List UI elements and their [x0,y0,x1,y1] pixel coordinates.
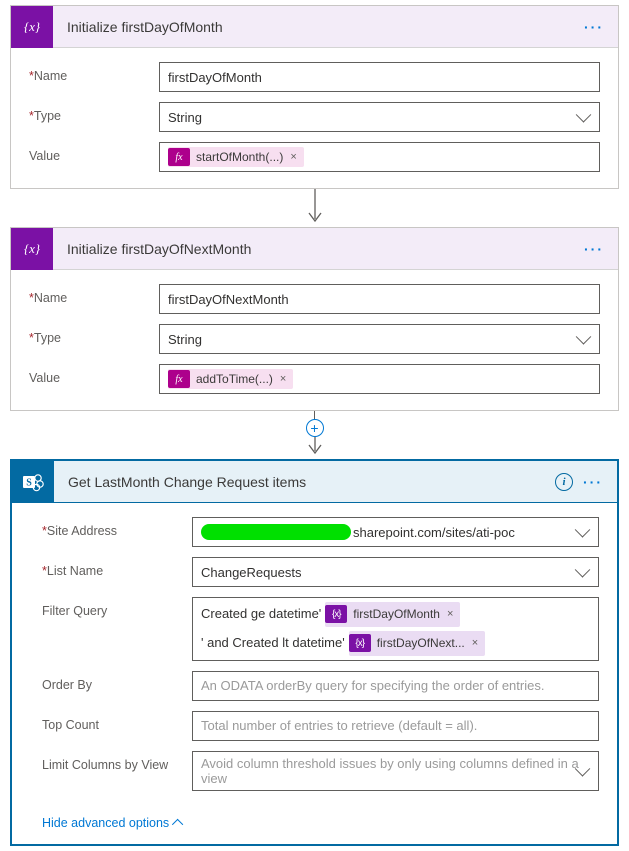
card-body: *Name firstDayOfNextMonth *Type String V… [11,270,618,410]
select-list-name[interactable]: ChangeRequests [192,557,599,587]
chevron-up-icon [172,818,183,829]
action-card-get-items: S Get LastMonth Change Request items i ·… [10,459,619,846]
redacted-region [201,524,351,540]
label-site-address: *Site Address [42,517,192,539]
svg-text:S: S [26,477,32,488]
remove-pill-icon[interactable]: × [469,633,481,654]
card-title: Initialize firstDayOfNextMonth [53,241,584,257]
variable-icon: {x} [349,634,371,652]
svg-text:{x}: {x} [24,241,41,256]
label-name: *Name [29,284,159,306]
variables-icon: {x} [11,6,53,48]
input-top-count[interactable]: Total number of entries to retrieve (def… [192,711,599,741]
input-value[interactable]: fx addToTime(...) × [159,364,600,394]
more-icon[interactable]: ··· [584,241,604,257]
svg-text:{x}: {x} [24,19,41,34]
sharepoint-icon: S [12,461,54,503]
info-icon[interactable]: i [555,473,573,491]
label-value: Value [29,364,159,386]
label-value: Value [29,142,159,164]
select-type[interactable]: String [159,102,600,132]
input-order-by[interactable]: An ODATA orderBy query for specifying th… [192,671,599,701]
card-body: *Site Address sharepoint.com/sites/ati-p… [12,503,617,807]
variable-pill-firstdayofmonth[interactable]: {x} firstDayOfMonth × [325,602,460,627]
hide-advanced-options-toggle[interactable]: Hide advanced options [42,816,183,830]
action-card-initialize-firstdayofnextmonth: {x} Initialize firstDayOfNextMonth ··· *… [10,227,619,411]
input-name[interactable]: firstDayOfMonth [159,62,600,92]
input-value[interactable]: fx startOfMonth(...) × [159,142,600,172]
card-header[interactable]: {x} Initialize firstDayOfMonth ··· [11,6,618,48]
select-limit-columns[interactable]: Avoid column threshold issues by only us… [192,751,599,791]
select-site-address[interactable]: sharepoint.com/sites/ati-poc [192,517,599,547]
input-name[interactable]: firstDayOfNextMonth [159,284,600,314]
label-order-by: Order By [42,671,192,693]
card-header[interactable]: {x} Initialize firstDayOfNextMonth ··· [11,228,618,270]
more-icon[interactable]: ··· [583,474,603,490]
variables-icon: {x} [11,228,53,270]
connector-arrow: + [10,411,619,459]
variable-pill-firstdayofnext[interactable]: {x} firstDayOfNext... × [349,631,485,656]
input-filter-query[interactable]: Created ge datetime' {x} firstDayOfMonth… [192,597,599,661]
select-type[interactable]: String [159,324,600,354]
label-filter-query: Filter Query [42,597,192,619]
fx-icon: fx [168,370,190,388]
card-footer: Hide advanced options [12,807,617,844]
add-action-button[interactable]: + [306,419,324,437]
variable-icon: {x} [325,605,347,623]
remove-pill-icon[interactable]: × [287,151,299,163]
fx-expression-pill[interactable]: fx startOfMonth(...) × [168,147,304,167]
label-type: *Type [29,324,159,346]
card-title: Get LastMonth Change Request items [54,474,555,490]
more-icon[interactable]: ··· [584,19,604,35]
label-top-count: Top Count [42,711,192,733]
card-body: *Name firstDayOfMonth *Type String Value… [11,48,618,188]
fx-expression-pill[interactable]: fx addToTime(...) × [168,369,293,389]
label-name: *Name [29,62,159,84]
site-address-value: sharepoint.com/sites/ati-poc [353,525,515,540]
label-limit-columns: Limit Columns by View [42,751,192,773]
label-list-name: *List Name [42,557,192,579]
remove-pill-icon[interactable]: × [444,604,456,625]
remove-pill-icon[interactable]: × [277,373,289,385]
fx-icon: fx [168,148,190,166]
card-header[interactable]: S Get LastMonth Change Request items i ·… [12,461,617,503]
connector-arrow [10,189,619,227]
action-card-initialize-firstdayofmonth: {x} Initialize firstDayOfMonth ··· *Name… [10,5,619,189]
label-type: *Type [29,102,159,124]
card-title: Initialize firstDayOfMonth [53,19,584,35]
